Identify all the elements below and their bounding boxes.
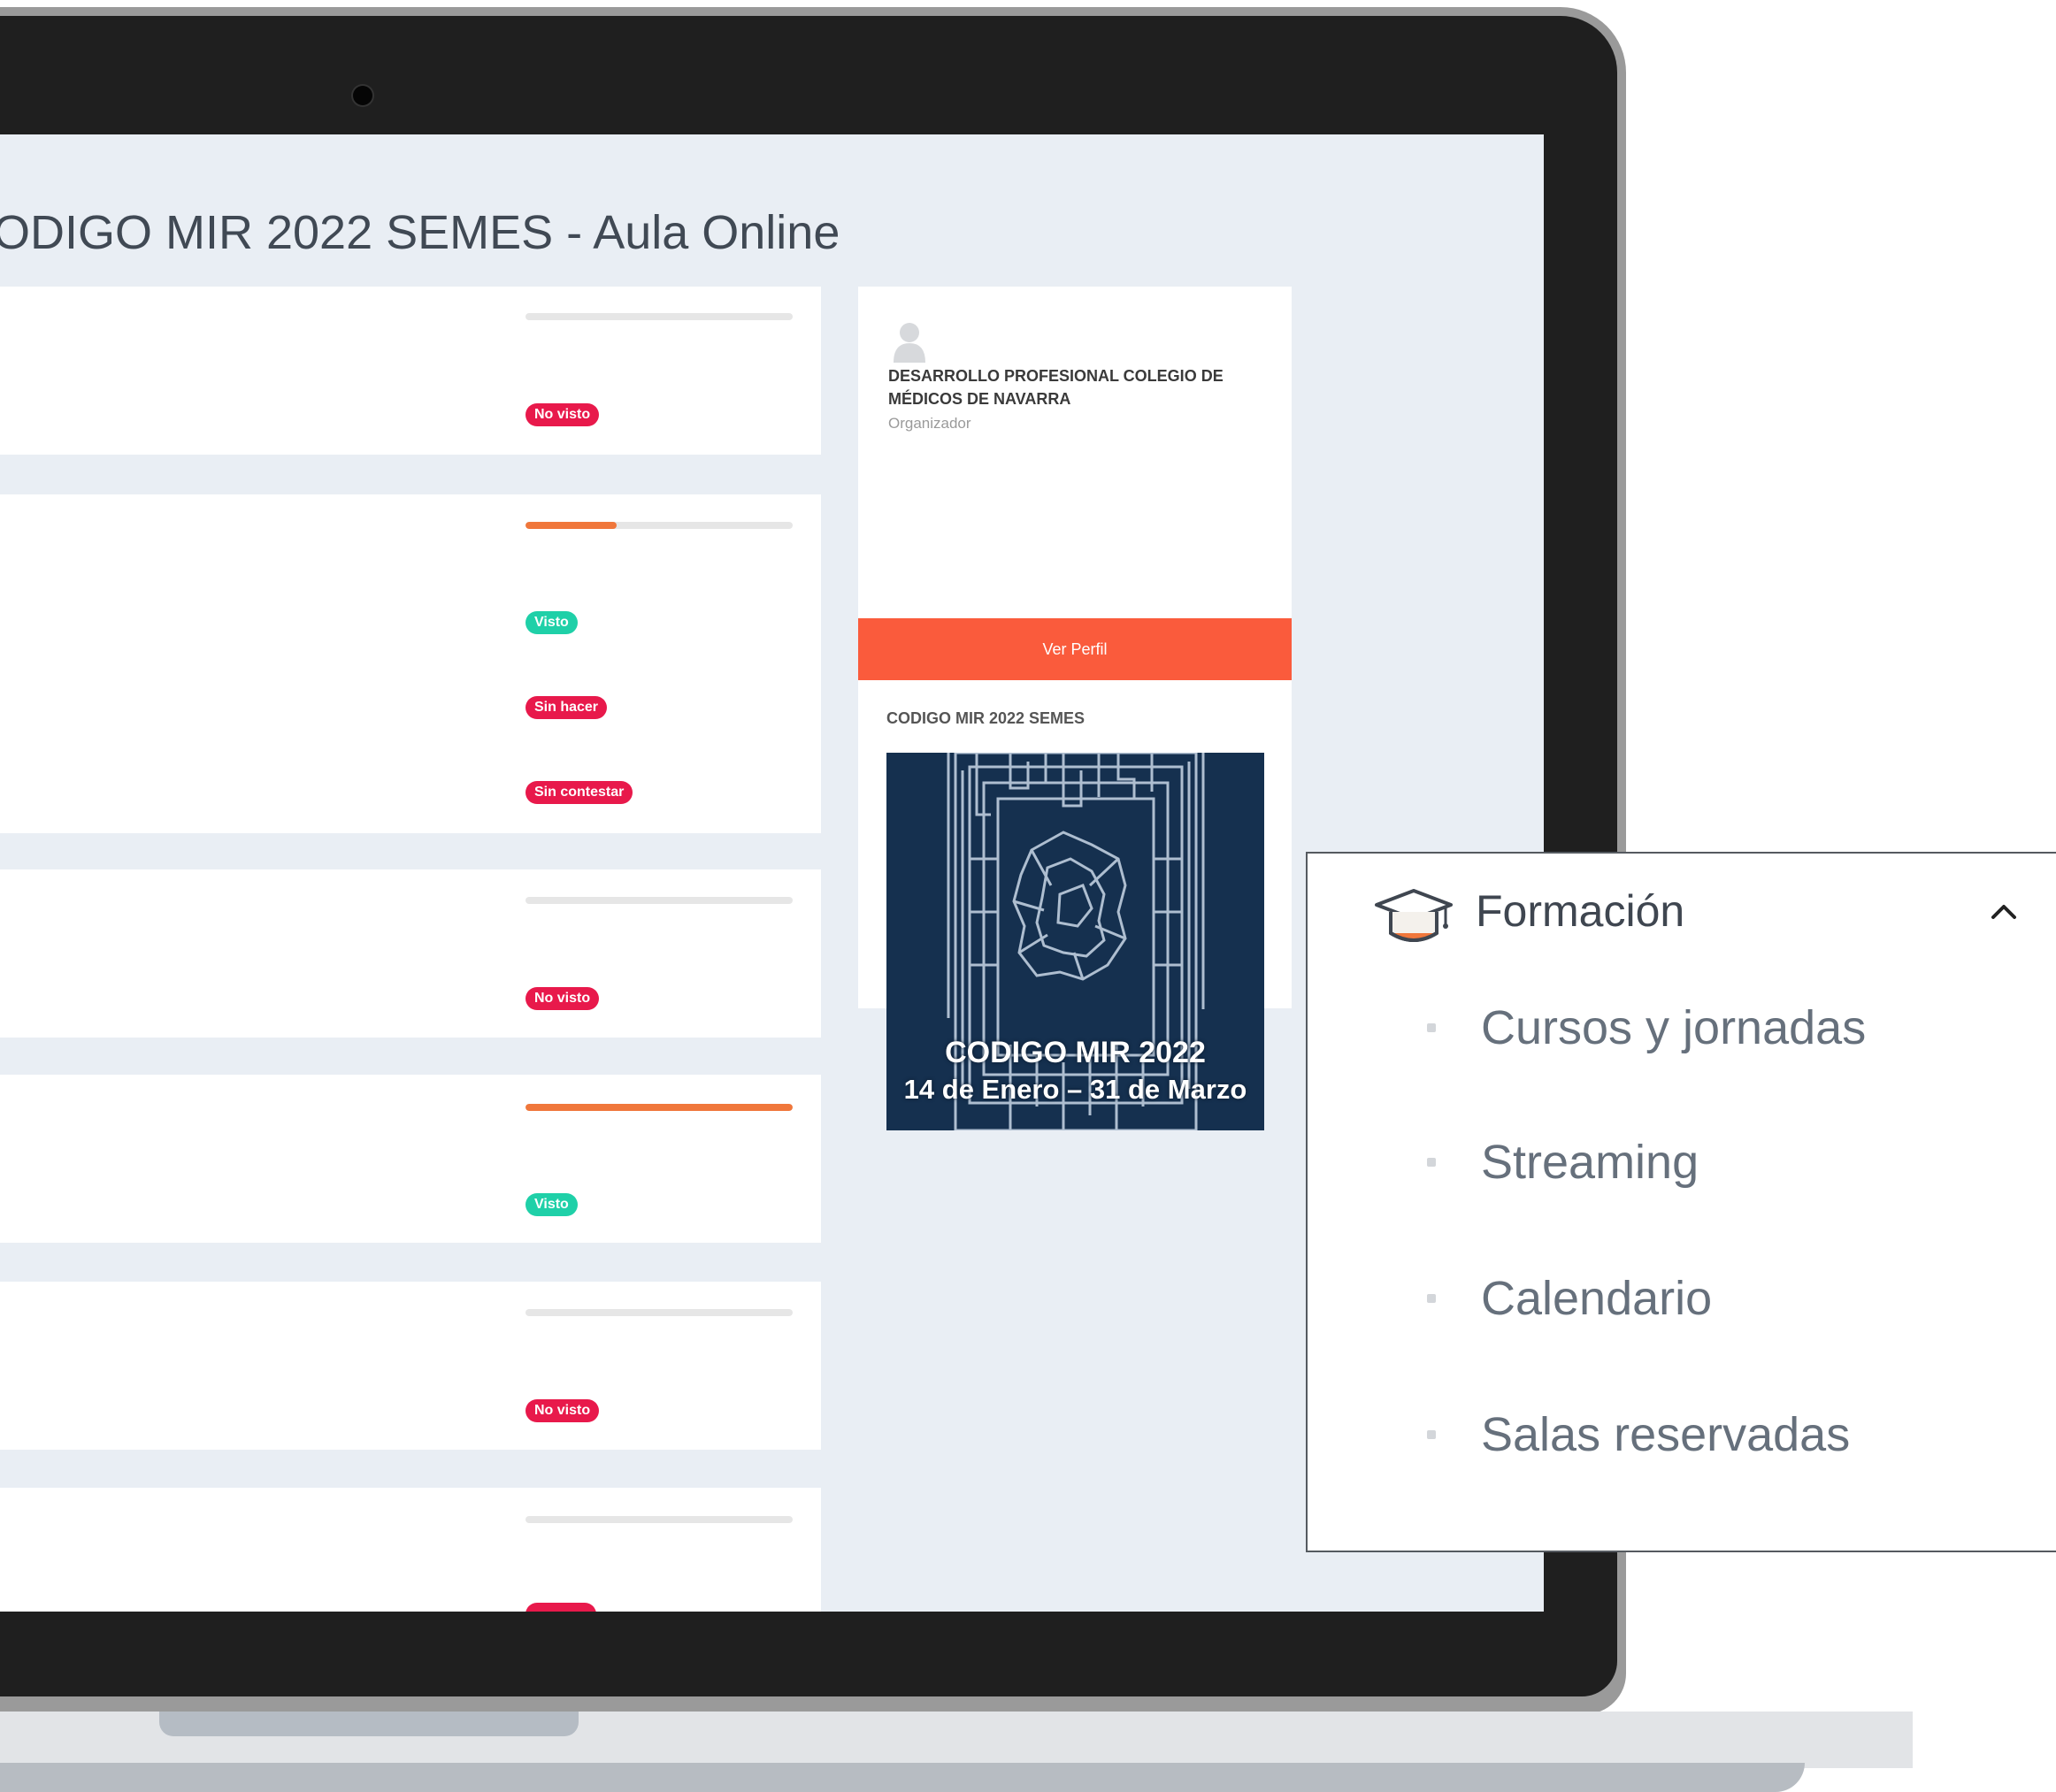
course-image[interactable]: CODIGO MIR 2022 14 de Enero – 31 de Marz…: [886, 753, 1264, 1130]
status-badge: No visto: [526, 987, 600, 1010]
nav-item-label: Streaming: [1481, 1136, 1699, 1189]
graduation-cap-icon: [1375, 889, 1453, 942]
nav-item-label: Calendario: [1481, 1272, 1713, 1325]
progress-bar: [526, 522, 793, 529]
status-badge: Visto: [526, 611, 578, 634]
progress-bar: [526, 1516, 793, 1523]
status-badge: [526, 1603, 596, 1612]
course-card[interactable]: No visto: [0, 869, 821, 1038]
progress-bar: [526, 313, 793, 320]
course-image-dates: 14 de Enero – 31 de Marzo: [903, 1074, 1247, 1105]
bullet-icon: [1427, 1158, 1436, 1167]
status-badge: No visto: [526, 1399, 600, 1422]
bullet-icon: [1427, 1294, 1436, 1303]
course-card[interactable]: No visto: [0, 1282, 821, 1450]
avatar-icon: [894, 323, 925, 363]
course-card[interactable]: [0, 1488, 821, 1612]
chevron-up-icon[interactable]: [1989, 900, 2019, 923]
progress-bar: [526, 1104, 793, 1111]
laptop-hinge-notch: [159, 1712, 579, 1736]
nav-menu-panel: Formación Cursos y jornadas Streaming Ca…: [1306, 852, 2056, 1552]
nav-item-cursos-y-jornadas[interactable]: Cursos y jornadas: [1427, 988, 2002, 1068]
nav-section-title: Formación: [1476, 886, 1685, 936]
bullet-icon: [1427, 1430, 1436, 1439]
course-label: CODIGO MIR 2022 SEMES: [886, 709, 1086, 727]
laptop-base-edge: [0, 1763, 1805, 1792]
nav-item-salas-reservadas[interactable]: Salas reservadas: [1427, 1395, 2002, 1474]
progress-fill: [526, 522, 617, 529]
status-badge: Sin hacer: [526, 696, 608, 719]
nav-item-label: Salas reservadas: [1481, 1408, 1851, 1461]
course-card[interactable]: Visto: [0, 1075, 821, 1243]
organizer-role: Organizador: [888, 415, 971, 432]
status-badge: No visto: [526, 403, 600, 426]
organizer-name: DESARROLLO PROFESIONAL COLEGIO DE MÉDICO…: [888, 367, 1224, 408]
view-profile-button[interactable]: Ver Perfil: [858, 618, 1292, 680]
progress-bar: [526, 1309, 793, 1316]
webcam: [353, 86, 372, 105]
organizer-card: DESARROLLO PROFESIONAL COLEGIO DE MÉDICO…: [858, 287, 1292, 1130]
course-card[interactable]: No visto: [0, 287, 821, 455]
nav-item-streaming[interactable]: Streaming: [1427, 1122, 2002, 1202]
progress-fill: [526, 1104, 793, 1111]
nav-item-calendario[interactable]: Calendario: [1427, 1259, 2002, 1338]
status-badge: Visto: [526, 1193, 578, 1216]
nav-item-label: Cursos y jornadas: [1481, 1001, 1867, 1054]
bullet-icon: [1427, 1023, 1436, 1032]
nav-section-header[interactable]: Formación: [1308, 854, 2056, 969]
status-badge: Sin contestar: [526, 781, 633, 804]
progress-bar: [526, 897, 793, 904]
course-card[interactable]: Visto Sin hacer Sin contestar: [0, 494, 821, 833]
page-title: ODIGO MIR 2022 SEMES - Aula Online: [0, 206, 840, 259]
course-image-title: CODIGO MIR 2022: [945, 1036, 1206, 1069]
